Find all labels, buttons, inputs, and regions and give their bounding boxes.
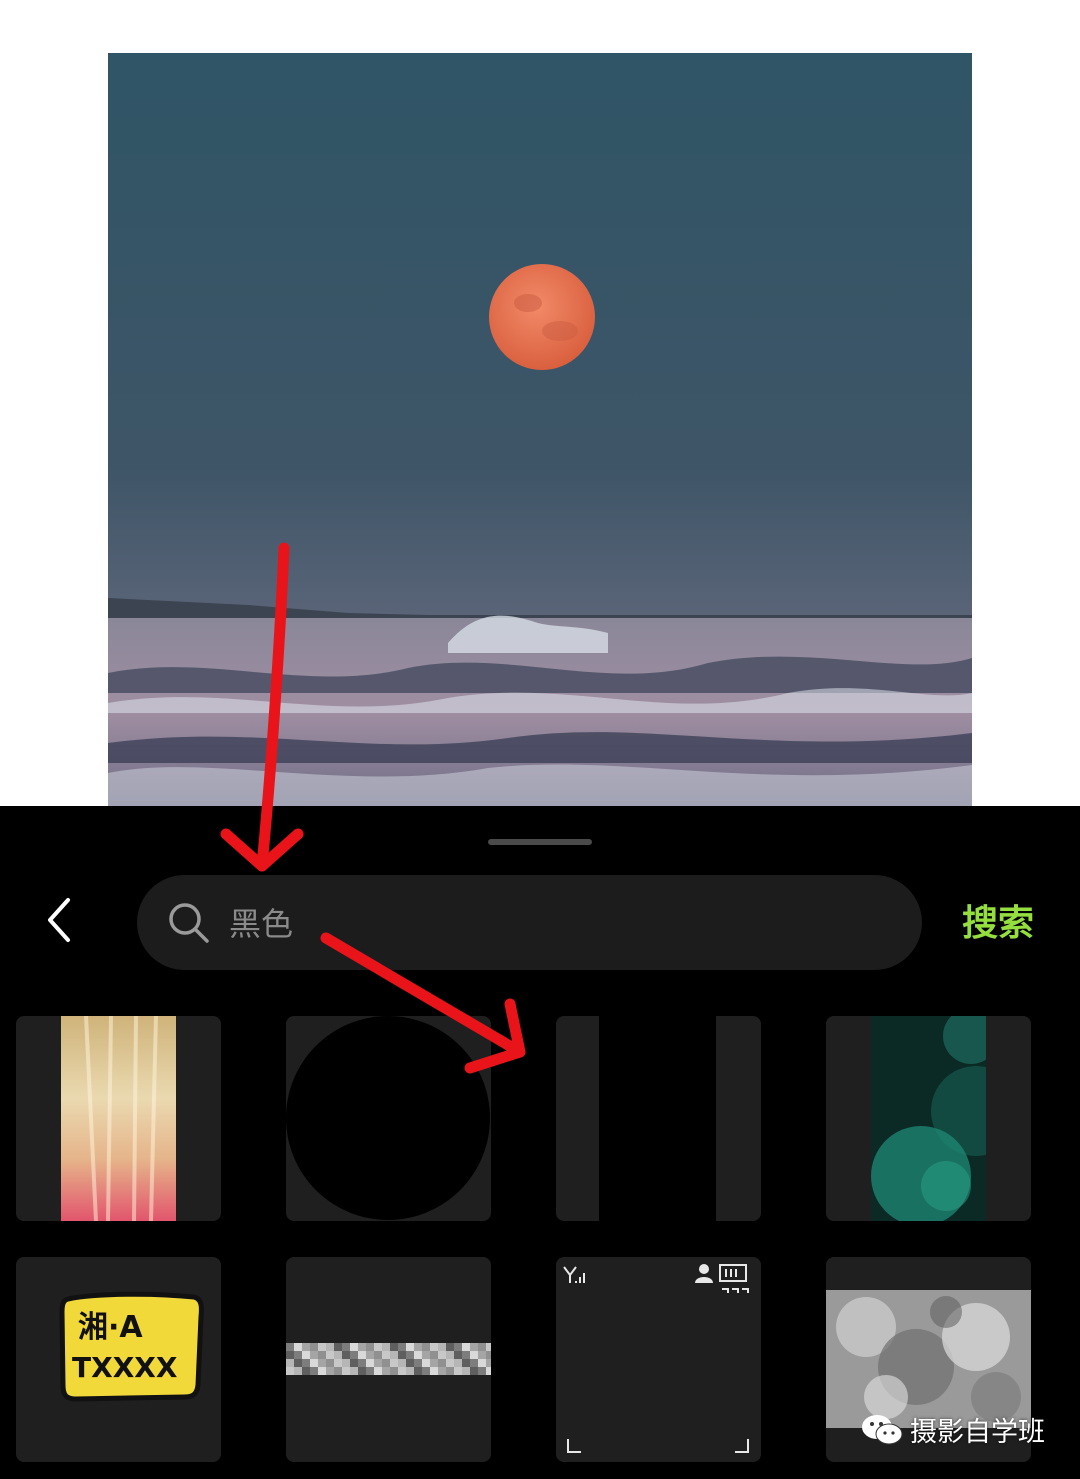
license-plate-sticker[interactable]: 湘·A TXXXX — [16, 1257, 221, 1462]
mosaic-bar-thumbnail — [286, 1343, 491, 1375]
mosaic-bar-sticker[interactable] — [286, 1257, 491, 1462]
svg-text:TXXXX: TXXXX — [72, 1351, 178, 1384]
search-bar[interactable] — [137, 875, 922, 970]
search-icon — [169, 903, 209, 943]
teal-bokeh-sticker[interactable] — [826, 1016, 1031, 1221]
phone-frame-thumbnail — [563, 1264, 749, 1453]
svg-text:湘·A: 湘·A — [78, 1310, 143, 1345]
search-input[interactable] — [227, 895, 891, 953]
drag-handle[interactable] — [488, 839, 592, 845]
black-circle-sticker[interactable] — [286, 1016, 491, 1221]
photo-preview — [108, 53, 972, 806]
sea-moon-photo — [108, 53, 972, 806]
back-button[interactable] — [36, 888, 84, 952]
sticker-panel: 搜索 — [0, 806, 1080, 1479]
golden-gradient-sticker[interactable] — [16, 1016, 221, 1221]
black-circle-thumbnail — [286, 1016, 490, 1220]
license-plate-thumbnail: 湘·A TXXXX — [59, 1291, 204, 1402]
teal-bokeh-thumbnail — [826, 1016, 1031, 1221]
watermark-text: 摄影自学班 — [910, 1417, 1045, 1448]
golden-gradient-thumbnail — [61, 1016, 176, 1221]
phone-frame-sticker[interactable] — [556, 1257, 761, 1462]
wechat-icon — [862, 1414, 903, 1444]
black-bars-thumbnail — [599, 1016, 716, 1221]
watermark: 摄影自学班 — [860, 1410, 1045, 1449]
chevron-left-icon — [48, 898, 70, 942]
black-bars-sticker[interactable] — [556, 1016, 761, 1221]
search-button[interactable]: 搜索 — [962, 894, 1034, 946]
